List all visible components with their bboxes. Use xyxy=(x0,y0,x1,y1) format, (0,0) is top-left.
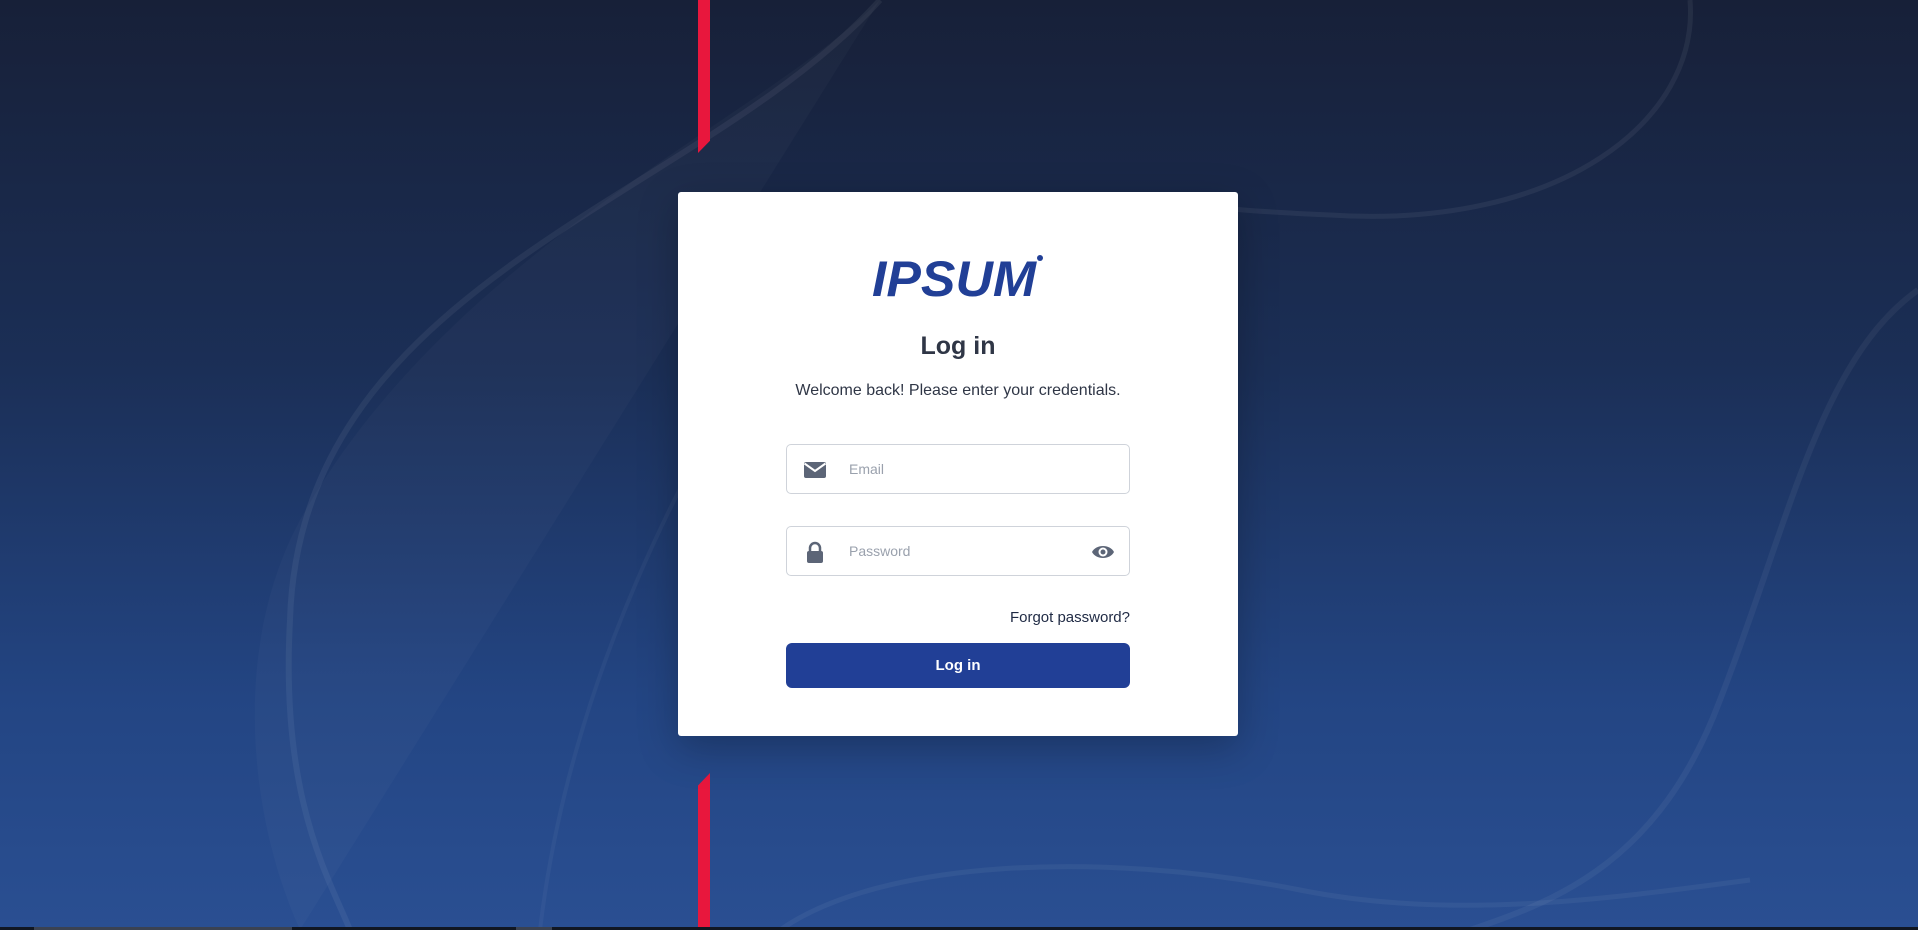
logo-text: IPSUM xyxy=(872,254,1037,302)
envelope-icon xyxy=(803,462,827,478)
ipsum-logo: IPSUM xyxy=(872,254,1043,302)
email-field[interactable] xyxy=(786,444,1130,494)
password-input[interactable] xyxy=(849,527,1079,575)
password-field[interactable] xyxy=(786,526,1130,576)
page-title: Log in xyxy=(920,332,996,360)
login-card: IPSUM Log in Welcome back! Please enter … xyxy=(678,192,1238,736)
email-input[interactable] xyxy=(849,445,1079,493)
page-subtitle: Welcome back! Please enter your credenti… xyxy=(795,382,1121,399)
accent-bar-bottom xyxy=(698,773,710,930)
forgot-password-link[interactable]: Forgot password? xyxy=(1010,609,1130,626)
accent-bar-top xyxy=(698,0,710,153)
login-button[interactable]: Log in xyxy=(786,643,1130,688)
eye-icon[interactable] xyxy=(1091,541,1115,563)
lock-icon xyxy=(807,541,823,563)
